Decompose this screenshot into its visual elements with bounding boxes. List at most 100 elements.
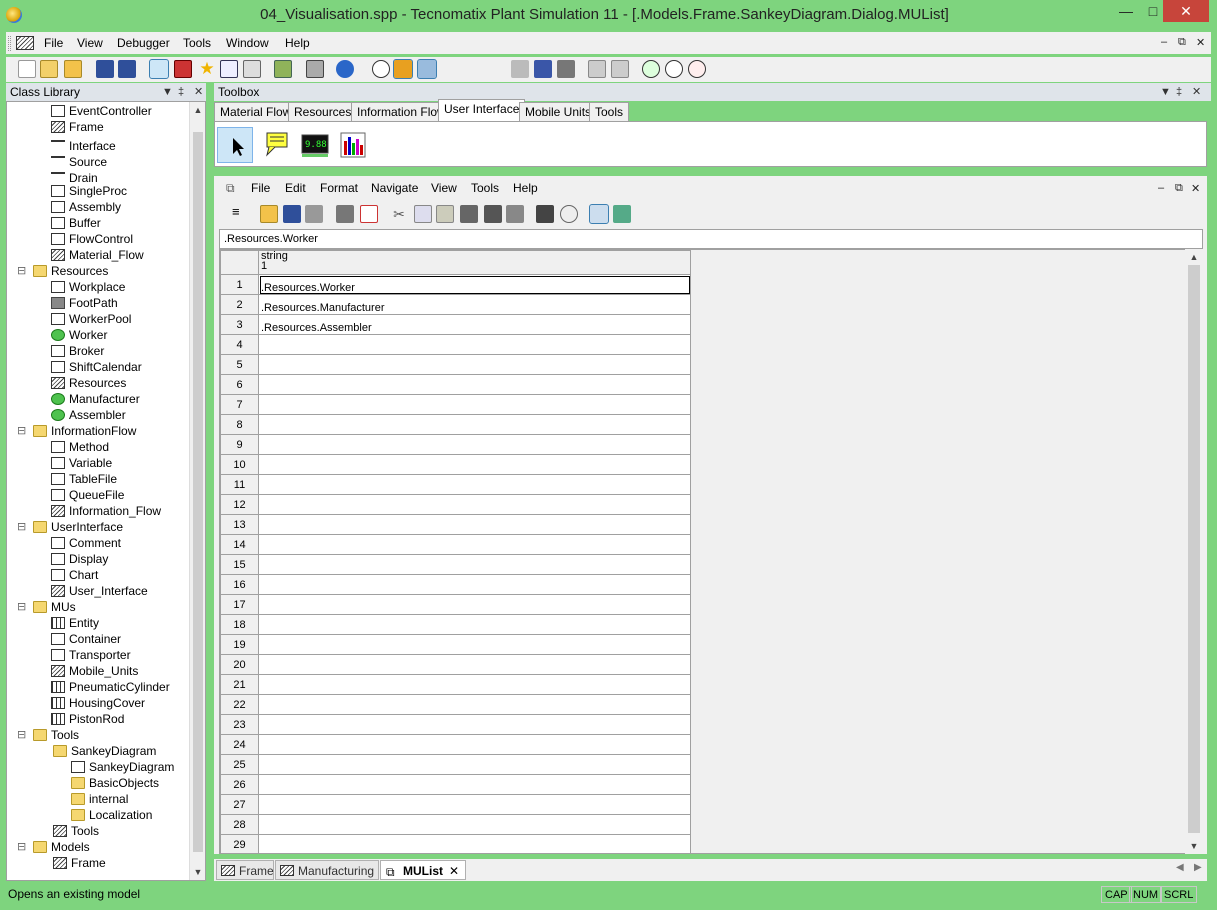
table-cell[interactable] — [258, 394, 691, 415]
row-header[interactable]: 20 — [220, 654, 259, 675]
mdi-close-button[interactable]: ✕ — [1196, 36, 1205, 49]
window-arrange-icon[interactable] — [611, 60, 629, 78]
clock-stop-icon[interactable] — [688, 60, 706, 78]
open-folder-icon[interactable] — [40, 60, 58, 78]
delete-icon[interactable] — [460, 205, 478, 223]
tree-item[interactable]: Container — [51, 631, 121, 647]
tree-item[interactable]: Localization — [71, 807, 152, 823]
tree-item[interactable]: EventController — [51, 103, 152, 119]
tree-item[interactable]: FootPath — [51, 295, 118, 311]
insert-row-icon[interactable] — [484, 205, 502, 223]
home-icon[interactable] — [360, 205, 378, 223]
table-cell[interactable] — [258, 334, 691, 355]
table-cell[interactable] — [258, 834, 691, 853]
tree-item[interactable]: Variable — [51, 455, 112, 471]
table-cell[interactable] — [258, 554, 691, 575]
table-cell[interactable] — [258, 414, 691, 435]
collapse-icon[interactable]: ⊟ — [17, 599, 26, 615]
hand-icon[interactable] — [557, 60, 575, 78]
mulist-scrollbar[interactable]: ▲ ▼ — [1185, 249, 1203, 854]
row-header[interactable]: 27 — [220, 794, 259, 815]
address-field[interactable]: .Resources.Worker — [219, 229, 1203, 249]
display-tool[interactable]: 9.88 — [297, 127, 333, 163]
tree-item[interactable]: SankeyDiagram — [53, 743, 156, 759]
class-library-scrollbar[interactable]: ▲ ▼ — [189, 102, 205, 880]
table-cell[interactable] — [258, 574, 691, 595]
table-cell[interactable] — [258, 514, 691, 535]
tree-item[interactable]: WorkerPool — [51, 311, 131, 327]
table-cell[interactable] — [258, 814, 691, 835]
chevron-down-icon[interactable]: ▼ — [1160, 83, 1171, 101]
mulist-menu-help[interactable]: Help — [513, 181, 538, 195]
cut-icon[interactable]: ✂ — [390, 205, 408, 223]
close-tab-icon[interactable]: ✕ — [449, 861, 459, 881]
run-icon[interactable] — [393, 59, 413, 79]
mulist-grid[interactable]: string 1 1 .Resources.Worker 2 .Resources.M… — [219, 249, 1191, 854]
tree-item[interactable]: Tools — [53, 823, 99, 839]
row-header[interactable]: 8 — [220, 414, 259, 435]
console-icon[interactable] — [220, 60, 238, 78]
row-header[interactable]: 1 — [220, 274, 259, 295]
pin-icon[interactable]: ‡ — [178, 83, 184, 101]
tree-item[interactable]: Entity — [51, 615, 99, 631]
scroll-down-arrow-icon[interactable]: ▼ — [190, 864, 205, 880]
tree-item[interactable]: Source — [51, 151, 107, 169]
table-cell[interactable] — [258, 494, 691, 515]
scroll-down-arrow-icon[interactable]: ▼ — [1186, 838, 1202, 854]
tree-item[interactable]: Material_Flow — [51, 247, 144, 263]
table-cell[interactable]: .Resources.Worker — [258, 274, 691, 295]
tree-item[interactable]: BasicObjects — [71, 775, 159, 791]
row-header[interactable]: 21 — [220, 674, 259, 695]
save-icon[interactable] — [96, 60, 114, 78]
window-icon[interactable] — [588, 60, 606, 78]
open-existing-icon[interactable] — [64, 60, 82, 78]
tree-item[interactable]: Assembly — [51, 199, 121, 215]
row-header[interactable]: 24 — [220, 734, 259, 755]
row-header[interactable]: 12 — [220, 494, 259, 515]
tree-item[interactable]: PneumaticCylinder — [51, 679, 170, 695]
debug-bug-icon[interactable] — [511, 60, 529, 78]
tree-item[interactable]: Frame — [53, 855, 106, 871]
doc-tab-mulist[interactable]: ⧉ MUList ✕ — [380, 860, 466, 880]
mulist-menu-edit[interactable]: Edit — [285, 181, 306, 195]
tab-material-flow[interactable]: Material Flow — [214, 102, 298, 122]
tree-item[interactable]: Mobile_Units — [51, 663, 138, 679]
collapse-icon[interactable]: ⊟ — [17, 839, 26, 855]
tree-item[interactable]: Worker — [51, 327, 107, 343]
collapse-icon[interactable]: ⊟ — [17, 727, 26, 743]
table-cell[interactable] — [258, 634, 691, 655]
table-cell[interactable] — [258, 794, 691, 815]
scroll-up-arrow-icon[interactable]: ▲ — [1186, 249, 1202, 265]
frame-icon[interactable] — [16, 36, 34, 50]
mulist-menu-format[interactable]: Format — [320, 181, 358, 195]
frame-view-icon[interactable] — [149, 59, 169, 79]
table-cell[interactable] — [258, 714, 691, 735]
menu-file[interactable]: File — [44, 36, 63, 50]
mulist-close-button[interactable]: ✕ — [1191, 182, 1200, 195]
table-cell[interactable]: .Resources.Manufacturer — [258, 294, 691, 315]
table-cell[interactable] — [258, 614, 691, 635]
row-header[interactable]: 22 — [220, 694, 259, 715]
chart-tool[interactable] — [335, 127, 371, 163]
save-icon[interactable] — [283, 205, 301, 223]
menu-tools[interactable]: Tools — [183, 36, 211, 50]
table-cell[interactable] — [258, 594, 691, 615]
row-header[interactable]: 19 — [220, 634, 259, 655]
tree-item[interactable]: ⊟ Tools — [17, 727, 79, 743]
tree-item[interactable]: Interface — [51, 135, 116, 153]
3d-view-icon[interactable] — [174, 60, 192, 78]
tree-item[interactable]: ⊟ Models — [17, 839, 90, 855]
tab-mobile-units[interactable]: Mobile Units — [519, 102, 598, 122]
tree-item[interactable]: ShiftCalendar — [51, 359, 142, 375]
table-cell[interactable] — [258, 674, 691, 695]
pointer-tool[interactable] — [217, 127, 253, 163]
tab-resources[interactable]: Resources — [288, 102, 358, 122]
row-header[interactable]: 2 — [220, 294, 259, 315]
doc-tab-frame[interactable]: Frame — [216, 860, 274, 880]
close-icon[interactable]: ✕ — [194, 83, 203, 101]
minimize-button[interactable]: — — [1111, 0, 1141, 22]
mulist-restore-button[interactable]: ⧉ — [1175, 182, 1183, 195]
tree-item[interactable]: User_Interface — [51, 583, 148, 599]
menu-window[interactable]: Window — [226, 36, 269, 50]
tab-scroll-left-icon[interactable]: ◀ — [1176, 862, 1184, 873]
